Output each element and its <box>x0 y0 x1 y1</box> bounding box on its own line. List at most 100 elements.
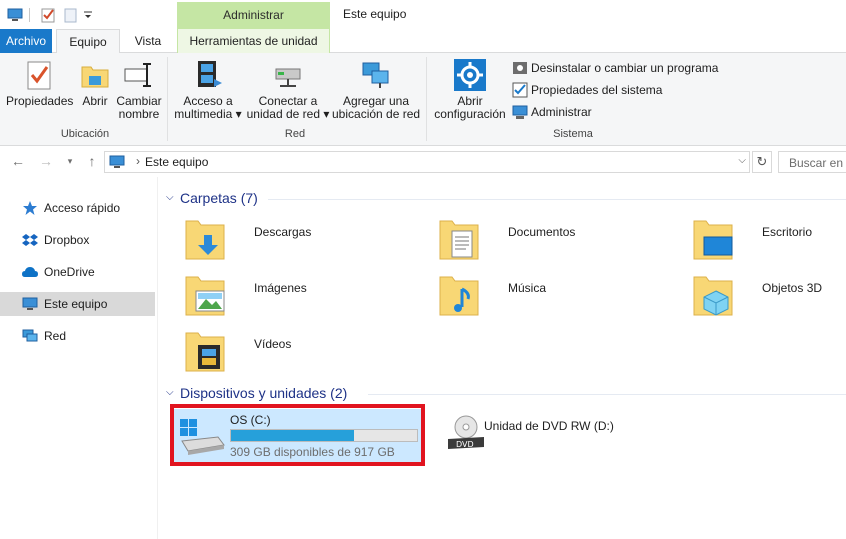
media-icon <box>192 59 224 91</box>
agregar-ubicacion-red-button[interactable]: Agregar una ubicación de red <box>332 59 420 121</box>
music-folder-icon <box>438 271 486 317</box>
address-bar-row: ← → ▾ ↑ › Este equipo ⌵ ↻ Buscar en E <box>0 147 846 177</box>
recent-locations-chevron-icon[interactable]: ▾ <box>62 153 78 169</box>
title-bar: Administrar Este equipo <box>0 0 846 30</box>
address-bar[interactable]: › Este equipo ⌵ <box>104 151 750 173</box>
nav-label: Este equipo <box>44 297 108 311</box>
nav-item-acceso-rapido[interactable]: Acceso rápido <box>0 196 155 220</box>
computer-management-icon <box>512 104 528 120</box>
uninstall-icon <box>512 60 528 76</box>
open-folder-icon <box>79 59 111 91</box>
section-divider <box>368 394 846 395</box>
section-title: Dispositivos y unidades (2) <box>180 385 348 401</box>
abrir-configuracion-button[interactable]: Abrir configuración <box>432 59 508 121</box>
desinstalar-label: Desinstalar o cambiar un programa <box>531 61 719 75</box>
videos-folder-icon <box>184 327 232 373</box>
dropbox-icon <box>22 232 38 248</box>
nav-item-este-equipo[interactable]: Este equipo <box>0 292 155 316</box>
group-label-sistema: Sistema <box>553 128 593 140</box>
forward-arrow-icon[interactable]: → <box>38 153 54 169</box>
section-header-carpetas[interactable]: ⌵ Carpetas (7) <box>160 188 846 210</box>
cambiar-nombre-button[interactable]: Cambiar nombre <box>116 59 162 121</box>
up-arrow-icon[interactable]: ↑ <box>84 153 100 169</box>
file-view: ⌵ Carpetas (7) Descargas Documentos Escr… <box>160 177 846 539</box>
conectar-unidad-red-button[interactable]: Conectar a unidad de red ▾ <box>246 59 330 121</box>
nav-item-dropbox[interactable]: Dropbox <box>0 228 155 252</box>
administrar-button[interactable]: Administrar <box>512 103 592 121</box>
folder-label: Música <box>508 281 547 295</box>
navigation-pane: Acceso rápido Dropbox OneDrive Este equi… <box>0 177 158 539</box>
section-divider <box>268 199 846 200</box>
section-header-dispositivos[interactable]: ⌵ Dispositivos y unidades (2) <box>160 383 846 405</box>
dvd-drive-icon: DVD <box>446 415 486 454</box>
refresh-button[interactable]: ↻ <box>752 151 772 173</box>
highlight-annotation <box>170 404 425 466</box>
network-icon <box>22 328 38 344</box>
propiedades-sistema-button[interactable]: Propiedades del sistema <box>512 81 662 99</box>
folder-label: Escritorio <box>762 225 813 239</box>
collapse-chevron-icon[interactable]: ⌵ <box>166 192 174 203</box>
search-input[interactable]: Buscar en E <box>778 151 846 173</box>
computer-icon[interactable] <box>7 7 23 23</box>
folder-label: Objetos 3D <box>762 281 823 295</box>
nav-item-red[interactable]: Red <box>0 324 155 348</box>
tab-herramientas-de-unidad[interactable]: Herramientas de unidad <box>177 29 330 53</box>
system-properties-icon <box>512 82 528 98</box>
folder-label: Imágenes <box>254 281 307 295</box>
tab-equipo[interactable]: Equipo <box>56 29 120 54</box>
conectar-label-2: unidad de red ▾ <box>246 107 330 121</box>
desktop-folder-icon <box>692 215 740 261</box>
drive-name: Unidad de DVD RW (D:) <box>484 419 614 433</box>
folder-item[interactable]: Descargas <box>184 215 414 265</box>
properties-icon <box>23 59 55 91</box>
propiedades-sistema-label: Propiedades del sistema <box>531 83 663 97</box>
downloads-folder-icon <box>184 215 232 261</box>
star-icon <box>22 200 38 216</box>
add-network-location-icon <box>360 59 392 91</box>
abrir-button[interactable]: Abrir <box>78 59 112 108</box>
folder-item[interactable]: Escritorio <box>692 215 846 265</box>
breadcrumb-chevron-icon[interactable]: › <box>136 154 140 168</box>
search-placeholder: Buscar en E <box>789 156 846 170</box>
tab-vista[interactable]: Vista <box>124 29 172 53</box>
nav-item-onedrive[interactable]: OneDrive <box>0 260 155 284</box>
drive-item-d[interactable]: DVD Unidad de DVD RW (D:) <box>446 409 696 461</box>
address-dropdown-icon[interactable]: ⌵ <box>738 155 746 166</box>
folder-item[interactable]: Imágenes <box>184 271 414 321</box>
abrir-label: Abrir <box>82 94 108 108</box>
administrar-label: Administrar <box>531 105 592 119</box>
tab-archivo[interactable]: Archivo <box>0 29 52 53</box>
3d-objects-folder-icon <box>692 271 740 317</box>
acceso-multimedia-button[interactable]: Acceso a multimedia ▾ <box>174 59 242 121</box>
folder-label: Vídeos <box>254 337 292 351</box>
window-title: Este equipo <box>343 7 407 21</box>
folder-item[interactable]: Música <box>438 271 668 321</box>
collapse-chevron-icon[interactable]: ⌵ <box>166 387 174 398</box>
new-folder-icon[interactable] <box>63 7 79 23</box>
network-drive-icon <box>272 59 304 91</box>
pictures-folder-icon <box>184 271 232 317</box>
nav-label: Red <box>44 329 67 343</box>
breadcrumb-current[interactable]: Este equipo <box>145 155 208 169</box>
dvd-logo-text: DVD <box>456 440 474 449</box>
chevron-down-icon[interactable] <box>82 7 98 23</box>
propiedades-button[interactable]: Propiedades <box>6 59 74 108</box>
folder-item[interactable]: Objetos 3D <box>692 271 846 321</box>
folder-item[interactable]: Vídeos <box>184 327 414 377</box>
back-arrow-icon[interactable]: ← <box>10 153 26 169</box>
desinstalar-programa-button[interactable]: Desinstalar o cambiar un programa <box>512 59 718 77</box>
propiedades-label: Propiedades <box>6 94 74 108</box>
group-label-ubicacion: Ubicación <box>60 128 110 140</box>
folder-item[interactable]: Documentos <box>438 215 668 265</box>
settings-gear-icon <box>454 59 486 91</box>
group-separator <box>426 57 427 141</box>
computer-icon <box>22 296 38 312</box>
abrir-config-label-2: configuración <box>434 107 506 121</box>
nav-label: Dropbox <box>44 233 90 247</box>
properties-icon[interactable] <box>40 7 56 23</box>
rename-icon <box>123 59 155 91</box>
documents-folder-icon <box>438 215 486 261</box>
onedrive-icon <box>22 264 38 280</box>
separator <box>29 8 30 22</box>
agregar-label-2: ubicación de red <box>332 107 421 121</box>
